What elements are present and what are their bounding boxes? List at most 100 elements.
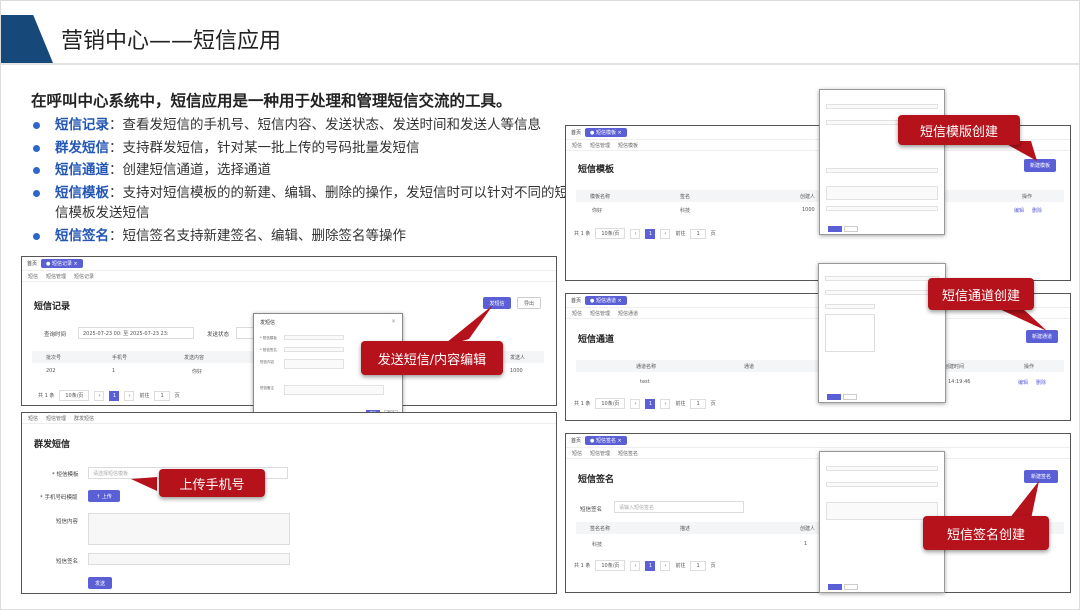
bullet-item: 短信签名：短信签名支持新建签名、编辑、删除签名等操作 [31,226,571,247]
page-size-select[interactable]: 10条/页 [595,228,626,239]
prev-page-button[interactable]: ‹ [630,228,641,239]
form-field[interactable] [826,502,938,520]
goto-input[interactable]: 1 [690,560,706,571]
cell: 你好 [192,368,203,375]
goto-input[interactable]: 1 [690,228,706,239]
page-title: 群发短信 [34,440,71,450]
form-field[interactable] [826,482,938,487]
breadcrumb-item[interactable]: 短信管理 [590,310,610,317]
form-field[interactable] [826,206,938,211]
cell: 1 [804,541,808,547]
upload-button[interactable]: ↑ 上传 [88,490,120,502]
bullet-text: ：支持群发短信，针对某一批上传的号码批量发短信 [109,139,420,156]
breadcrumb-item[interactable]: 短信管理 [46,273,66,280]
next-page-button[interactable]: › [124,390,135,401]
next-page-button[interactable]: › [660,228,671,239]
new-channel-button[interactable]: 新建通道 [1026,330,1058,343]
dialog-title: 发短信 [260,320,276,326]
bullet-text: ：查看发短信的手机号、短信内容、发送状态、发送时间和发送人等信息 [109,117,541,133]
form-field[interactable] [826,168,938,173]
goto-input[interactable]: 1 [154,390,170,401]
signature-select[interactable] [284,347,344,352]
breadcrumb: 短信 短信管理 短信签名 [566,448,1070,459]
breadcrumb-item[interactable]: 短信 [28,273,38,280]
slide: 营销中心——短信应用 在呼叫中心系统中，短信应用是一种用于处理和管理短信交流的工… [0,0,1080,610]
mass-sms-screenshot: 短信 短信管理 群发短信 群发短信 * 短信模板 请选择短信模板 * 手机号码模… [21,412,557,594]
prev-page-button[interactable]: ‹ [94,390,105,401]
goto-input[interactable]: 1 [690,398,706,409]
page-size-select[interactable]: 10条/页 [595,560,626,571]
form-confirm-button[interactable] [827,394,841,400]
form-field[interactable] [826,466,938,471]
edit-link[interactable]: 编辑 [1014,207,1024,214]
send-button[interactable]: 发送 [88,577,112,589]
tab-sms-signature[interactable]: ● 短信签名 × [585,436,627,445]
new-template-button[interactable]: 新建模板 [1024,159,1056,172]
page-number[interactable]: 1 [645,398,656,409]
signature-search-input[interactable]: 请输入短信签名 [614,501,744,513]
bullet-item: 短信通道：创建短信通道，选择通道 [31,160,571,181]
new-signature-button[interactable]: 新建签名 [1024,470,1058,483]
next-page-button[interactable]: › [660,398,671,409]
form-field[interactable] [826,186,938,200]
tab-home[interactable]: 首页 [27,260,37,267]
new-channel-form [818,263,946,403]
breadcrumb-item[interactable]: 短信 [572,450,582,457]
remark-textarea[interactable] [284,385,384,395]
bullet-key: 群发短信 [55,139,109,156]
send-sms-button[interactable]: 发短信 [483,297,511,309]
form-cancel-button[interactable] [844,226,858,232]
breadcrumb-item: 短信记录 [74,274,95,280]
tab-bar: 首页 ● 短信签名 × [566,434,1070,448]
breadcrumb-item[interactable]: 短信 [28,415,38,422]
page-number[interactable]: 1 [109,390,120,401]
breadcrumb-item[interactable]: 短信管理 [46,415,66,422]
page-number[interactable]: 1 [645,560,656,571]
page-title: 短信通道 [578,335,615,345]
pagination: 共 1 条 10条/页 ‹ 1 › 前往 1 页 [38,390,180,401]
column-header: 发送内容 [184,354,205,361]
bullet-item: 群发短信：支持群发短信，针对某一批上传的号码批量发短信 [31,138,571,159]
bullet-key: 短信模板 [55,184,109,201]
sms-template-screenshot: 首页 ● 短信模板 × 短信 短信管理 短信模板 短信模板 新建模板 模板名称 … [565,125,1071,281]
form-cancel-button[interactable] [844,584,858,590]
delete-link[interactable]: 删除 [1032,207,1042,214]
form-confirm-button[interactable] [828,226,842,232]
prev-page-button[interactable]: ‹ [630,398,641,409]
next-page-button[interactable]: › [660,560,671,571]
form-field[interactable] [825,276,939,281]
cell: 1000 [802,207,815,213]
date-range-input[interactable]: 2025-07-23 00: 至 2025-07-23 23: [78,327,194,339]
content-textarea[interactable] [88,513,290,545]
tab-sms-template[interactable]: ● 短信模板 × [585,128,627,137]
close-icon[interactable]: × [391,318,396,325]
template-select[interactable] [284,335,344,340]
breadcrumb-item[interactable]: 短信管理 [590,142,610,149]
form-field[interactable] [825,290,939,295]
breadcrumb-item[interactable]: 短信管理 [590,450,610,457]
column-header: 通道 [744,363,755,370]
bullet-item: 短信记录：查看发短信的手机号、短信内容、发送状态、发送时间和发送人等信息 [31,115,571,136]
breadcrumb-item[interactable]: 短信 [572,310,582,317]
tab-sms-channel[interactable]: ● 短信通道 × [585,296,627,305]
delete-link[interactable]: 删除 [1036,379,1046,386]
form-cancel-button[interactable] [843,394,857,400]
goto-label: 前往 [675,231,686,237]
signature-input[interactable] [88,553,290,565]
page-size-select[interactable]: 10条/页 [595,398,626,409]
prev-page-button[interactable]: ‹ [630,560,641,571]
tab-sms-records[interactable]: ● 短信记录 × [41,259,83,268]
tab-home[interactable]: 首页 [571,437,581,444]
content-textarea[interactable] [284,359,344,369]
page-size-select[interactable]: 10条/页 [59,390,90,401]
breadcrumb-item[interactable]: 短信 [572,142,582,149]
tab-home[interactable]: 首页 [571,129,581,136]
channel-dropdown[interactable] [825,314,875,352]
tab-home[interactable]: 首页 [571,297,581,304]
form-confirm-button[interactable] [828,584,842,590]
page-number[interactable]: 1 [645,228,656,239]
form-field[interactable] [825,304,875,309]
export-button[interactable]: 导出 [517,297,541,309]
form-field[interactable] [826,104,938,109]
edit-link[interactable]: 编辑 [1018,379,1028,386]
